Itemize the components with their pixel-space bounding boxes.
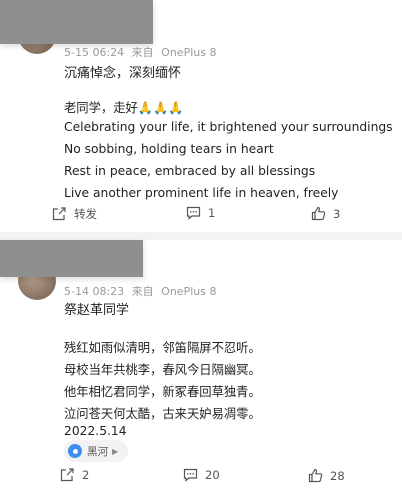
chevron-right-icon: ▶ (112, 446, 119, 456)
like-button[interactable]: 3 (311, 206, 340, 221)
comment-icon (186, 206, 201, 220)
post-device: OnePlus 8 (161, 285, 217, 298)
post-line: 残红如雨似清明，邻笛隔屏不忍听。 (64, 341, 261, 355)
share-icon (60, 468, 74, 482)
share-icon (52, 207, 66, 221)
comment-button[interactable]: 20 (183, 468, 220, 482)
like-button[interactable]: 28 (308, 468, 345, 483)
post-actions: 转发 1 3 (0, 206, 402, 230)
post-divider (0, 232, 402, 240)
post-meta: 5-15 06:24 来自 OnePlus 8 (64, 44, 220, 60)
post-line: No sobbing, holding tears in heart (64, 142, 274, 156)
redacted-username (0, 0, 153, 44)
location-label: 黑河 (87, 445, 108, 458)
post-card: 5-15 06:24 来自 OnePlus 8 沉痛悼念，深刻缅怀 老同学，走好… (0, 0, 402, 232)
redacted-username (0, 240, 143, 277)
post-line: 老同学，走好🙏🙏🙏 (64, 101, 184, 115)
thumbs-up-icon (308, 468, 323, 483)
post-date: 5-15 06:24 (64, 46, 125, 59)
post-title: 沉痛悼念，深刻缅怀 (64, 66, 182, 81)
post-title: 祭赵革同学 (64, 303, 130, 318)
share-count: 2 (82, 468, 90, 482)
share-label: 转发 (74, 207, 97, 221)
post-device: OnePlus 8 (161, 46, 217, 59)
post-line: Celebrating your life, it brightened you… (64, 120, 393, 134)
location-pin-icon (68, 444, 82, 458)
comment-count: 20 (205, 468, 220, 482)
comment-icon (183, 468, 198, 482)
post-source-label: 来自 (131, 285, 154, 298)
post-card: 5-14 08:23 来自 OnePlus 8 祭赵革同学 残红如雨似清明，邻笛… (0, 240, 402, 493)
like-count: 28 (330, 468, 345, 483)
location-tag[interactable]: 黑河 ▶ (64, 440, 129, 462)
post-line: Rest in peace, embraced by all blessings (64, 164, 316, 178)
post-date: 5-14 08:23 (64, 285, 125, 298)
post-line: 母校当年共桃李，春风今日隔幽冥。 (64, 363, 261, 377)
post-line: 他年相忆君同学，新冢春回草独青。 (64, 385, 261, 399)
share-button[interactable]: 转发 (52, 206, 97, 222)
comment-count: 1 (208, 206, 216, 220)
post-actions: 2 20 28 (0, 468, 402, 492)
post-meta: 5-14 08:23 来自 OnePlus 8 (64, 283, 220, 299)
post-line: 泣问苍天何太酷，古来天妒易凋零。 (64, 407, 261, 421)
post-line: Live another prominent life in heaven, f… (64, 186, 339, 200)
comment-button[interactable]: 1 (186, 206, 215, 220)
thumbs-up-icon (311, 206, 326, 221)
post-source-label: 来自 (131, 46, 154, 59)
post-line: 2022.5.14 (64, 424, 127, 438)
like-count: 3 (333, 206, 341, 221)
share-button[interactable]: 2 (60, 468, 89, 482)
